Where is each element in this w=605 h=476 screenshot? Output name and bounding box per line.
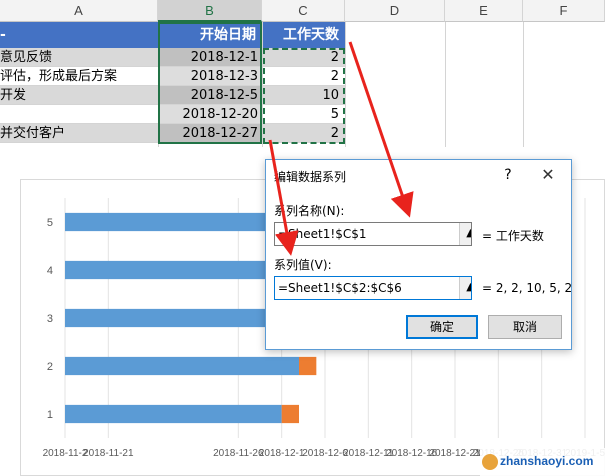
collapse-icon[interactable]: ▲ <box>459 223 471 245</box>
header-work-days[interactable]: 工作天数 <box>262 22 345 48</box>
close-icon[interactable]: ✕ <box>536 164 560 186</box>
x-tick-label: 2018-11-2 <box>43 448 88 459</box>
watermark: zhanshaoyi.com <box>480 448 605 476</box>
help-icon[interactable]: ? <box>498 164 518 186</box>
series-values-input[interactable]: =Sheet1!$C$2:$C$6 ▲ <box>274 276 472 300</box>
x-tick-label: 2018-11-26 <box>213 448 264 459</box>
series-name-preview: = 工作天数 <box>482 229 544 243</box>
y-tick-label: 4 <box>47 265 53 277</box>
watermark-text: zhanshaoyi.com <box>500 454 594 468</box>
series-name-value: =Sheet1!$C$1 <box>278 227 367 241</box>
bar-work-days <box>299 356 317 376</box>
series-values-preview: = 2, 2, 10, 5, 2 <box>482 281 573 295</box>
dialog-title: 编辑数据系列 <box>274 170 347 184</box>
bar-work-days <box>281 404 299 424</box>
selection-border-b <box>158 22 262 144</box>
edit-series-dialog: 编辑数据系列 ? ✕ 系列名称(N): =Sheet1!$C$1 ▲ = 工作天… <box>265 159 572 350</box>
marching-ants-c <box>263 48 345 144</box>
task-cell[interactable] <box>0 105 158 124</box>
series-name-label: 系列名称(N): <box>274 204 345 218</box>
column-header-b[interactable]: B <box>158 0 262 22</box>
bar-start-date <box>65 356 299 376</box>
x-tick-label: 2018-12-1 <box>259 448 305 459</box>
series-name-input[interactable]: =Sheet1!$C$1 ▲ <box>274 222 472 246</box>
header-cell-a[interactable]: - <box>0 22 20 48</box>
task-cell[interactable]: 并交付客户 <box>0 124 158 143</box>
y-tick-label: 5 <box>47 217 53 229</box>
bar-start-date <box>65 404 282 424</box>
column-header-d[interactable]: D <box>345 0 445 22</box>
task-cell[interactable]: 开发 <box>0 86 158 105</box>
task-cell[interactable]: 意见反馈 <box>0 48 158 67</box>
column-header-a[interactable]: A <box>0 0 158 22</box>
column-header-f[interactable]: F <box>523 0 605 22</box>
ok-button[interactable]: 确定 <box>406 315 478 339</box>
grid-line <box>345 22 346 147</box>
x-tick-label: 2018-12-6 <box>302 448 348 459</box>
series-values-label: 系列值(V): <box>274 258 332 272</box>
series-values-value: =Sheet1!$C$2:$C$6 <box>278 281 402 295</box>
collapse-icon[interactable]: ▲ <box>459 277 471 299</box>
task-cell[interactable]: 评估，形成最后方案 <box>0 67 158 86</box>
column-header-c[interactable]: C <box>262 0 345 22</box>
cancel-button[interactable]: 取消 <box>488 315 562 339</box>
column-header-e[interactable]: E <box>445 0 523 22</box>
y-tick-label: 2 <box>47 361 53 373</box>
y-tick-label: 3 <box>47 313 53 325</box>
watermark-logo <box>482 454 498 470</box>
y-tick-label: 1 <box>47 409 53 421</box>
x-tick-label: 2018-11-21 <box>83 448 134 459</box>
grid-line <box>523 22 524 147</box>
grid-line <box>445 22 446 147</box>
